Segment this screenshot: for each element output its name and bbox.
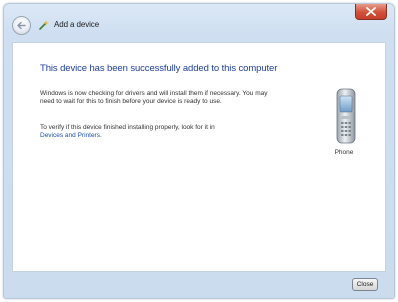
back-arrow-icon [17, 21, 26, 30]
success-heading: This device has been successfully added … [40, 63, 278, 74]
close-button[interactable]: Close [352, 278, 378, 291]
add-device-icon [39, 20, 49, 30]
device-label: Phone [334, 149, 354, 156]
close-icon [366, 7, 376, 16]
footer-bar: Close [12, 272, 386, 296]
content-panel: This device has been successfully added … [12, 42, 386, 272]
driver-info-text: Windows is now checking for drivers and … [40, 90, 268, 105]
window-close-button[interactable] [355, 4, 387, 20]
wizard-title: Add a device [54, 20, 100, 29]
add-device-window: Add a device This device has been succes… [3, 3, 395, 299]
verify-text: To verify if this device finished instal… [40, 124, 215, 131]
back-button[interactable] [12, 16, 31, 35]
title-bar: Add a device [4, 4, 394, 40]
verify-text-block: To verify if this device finished instal… [40, 124, 270, 140]
devices-and-printers-link[interactable]: Devices and Printers. [40, 132, 270, 140]
phone-icon [336, 88, 356, 144]
